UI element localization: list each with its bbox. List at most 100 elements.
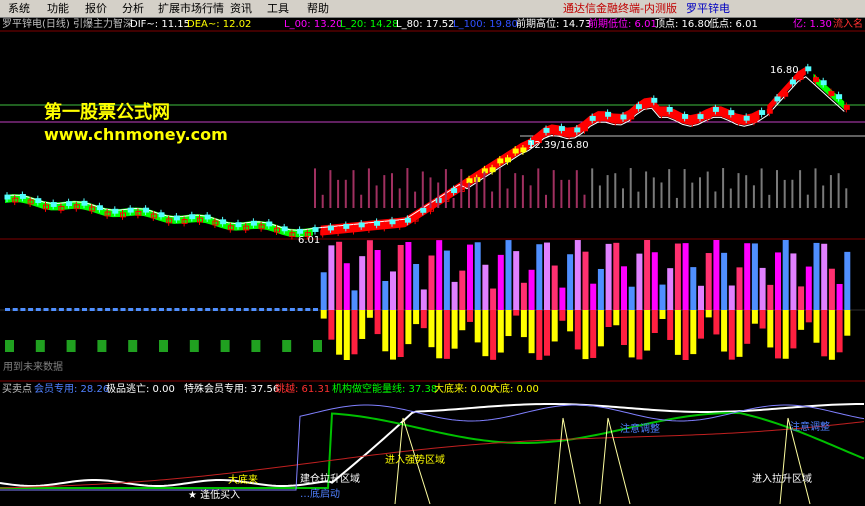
- hist-lower-bar: [528, 310, 535, 354]
- hist-base-bar: [58, 308, 64, 311]
- candle-body: [266, 221, 273, 227]
- candle-body: [697, 114, 704, 119]
- hist-upper-bar: [374, 250, 381, 310]
- candle-body: [281, 226, 288, 232]
- hist-lower-bar: [636, 310, 643, 360]
- peak-price: 16.80: [770, 65, 799, 76]
- menu-item-function[interactable]: 功能: [45, 1, 71, 16]
- menu-item-quote[interactable]: 报价: [83, 1, 109, 16]
- hist-lower-bar: [390, 310, 396, 360]
- hist-upper-bar: [497, 254, 504, 310]
- candle-body: [666, 106, 673, 112]
- hist-upper-bar: [328, 245, 335, 310]
- hist-lower-bar: [559, 310, 566, 321]
- candle-body: [774, 96, 781, 102]
- hist-upper-bar: [828, 268, 835, 310]
- hist-upper-bar: [551, 265, 558, 310]
- candle-body: [19, 194, 26, 199]
- hist-green-bar: [282, 340, 292, 352]
- hist-base-bar: [282, 308, 288, 311]
- candle-body: [112, 208, 119, 214]
- hist-upper-bar: [782, 240, 789, 310]
- candle-body: [766, 108, 773, 114]
- hist-lower-bar: [805, 310, 812, 323]
- candle-body: [820, 80, 827, 86]
- hist-base-bar: [313, 308, 318, 311]
- chart-area[interactable]: 罗平锌电(日线) 引爆主力智深 DIF~: 11.15 DEA~: 12.02 …: [0, 18, 865, 506]
- chart-title: 罗平锌电(日线) 引爆主力智深: [2, 19, 133, 30]
- hist-upper-bar: [467, 244, 473, 310]
- candle-body: [404, 217, 411, 223]
- hist-upper-bar: [390, 271, 396, 310]
- candle-body: [312, 227, 319, 232]
- hist-lower-bar: [413, 310, 420, 325]
- hist-base-bar: [105, 308, 111, 311]
- hist-green-bar: [313, 340, 322, 352]
- hist-green-bar: [5, 340, 14, 352]
- hist-upper-bar: [705, 253, 712, 310]
- hist-base-bar: [28, 308, 34, 311]
- menu-item-system[interactable]: 系统: [6, 1, 32, 16]
- hist-base-bar: [166, 308, 172, 311]
- hist-base-bar: [20, 308, 26, 311]
- hist-lower-bar: [659, 310, 666, 319]
- hist-upper-bar: [644, 240, 651, 310]
- menu-item-analysis[interactable]: 分析: [120, 1, 146, 16]
- hist-lower-bar: [644, 310, 651, 351]
- hist-upper-bar: [443, 250, 450, 310]
- menu-item-tools[interactable]: 工具: [265, 1, 291, 16]
- hist-upper-bar: [682, 243, 689, 310]
- menu-item-news[interactable]: 资讯: [228, 1, 254, 16]
- hist-lower-bar: [336, 310, 343, 355]
- hist-lower-bar: [590, 310, 597, 358]
- menu-item-help[interactable]: 帮助: [305, 1, 331, 16]
- hist-base-bar: [212, 308, 218, 311]
- candle-body: [551, 128, 558, 134]
- hist-upper-bar: [813, 242, 820, 310]
- hist-lower-bar: [520, 310, 527, 338]
- hist-base-bar: [159, 308, 164, 311]
- app-title: 通达信金融终端-内测版: [563, 2, 677, 15]
- jump-value: 跳越: 61.31: [275, 384, 331, 395]
- hist-lower-bar: [497, 310, 504, 353]
- indicator-blue-line: [0, 404, 865, 491]
- candle-body: [158, 212, 165, 218]
- watermark-title: 第一股票公式网: [44, 102, 170, 123]
- hist-upper-bar: [490, 288, 497, 310]
- hist-lower-bar: [451, 310, 458, 349]
- hist-base-bar: [174, 308, 180, 311]
- candle-body: [250, 220, 257, 226]
- menu-item-market[interactable]: 扩展市场行情: [156, 1, 226, 16]
- l00-value: L_00: 13.20: [284, 19, 343, 30]
- candle-body: [743, 115, 750, 121]
- prev-high: 前期高位: 14.73: [516, 19, 592, 30]
- inflow-label: 流入名: [833, 19, 863, 30]
- hist-base-bar: [274, 308, 280, 311]
- hist-lower-bar: [759, 310, 766, 329]
- hist-lower-bar: [536, 310, 543, 360]
- candle-body: [204, 214, 211, 220]
- hist-base-bar: [74, 308, 80, 311]
- hist-base-bar: [243, 308, 249, 311]
- hist-upper-bar: [482, 264, 489, 310]
- hist-lower-bar: [366, 310, 373, 318]
- adjust-label-1: 注意调整: [620, 424, 660, 435]
- candle-body: [597, 115, 604, 121]
- hist-upper-bar: [405, 242, 412, 310]
- hist-base-bar: [35, 308, 41, 311]
- kline-canvas[interactable]: [0, 18, 865, 506]
- hist-lower-bar: [621, 310, 627, 346]
- candle-body: [327, 225, 334, 231]
- hist-lower-bar: [359, 310, 366, 339]
- menu-bar: 系统 功能 报价 分析 扩展市场行情 资讯 工具 帮助 通达信金融终端-内测版 …: [0, 0, 865, 18]
- hist-base-bar: [289, 308, 295, 311]
- hist-base-bar: [259, 308, 265, 311]
- hist-upper-bar: [343, 263, 350, 310]
- hist-base-bar: [151, 308, 157, 311]
- candle-body: [50, 202, 57, 207]
- candle-body: [343, 224, 350, 229]
- hist-base-bar: [236, 308, 241, 311]
- special-member-value: 特殊会员专用: 37.56: [184, 384, 280, 395]
- hist-lower-bar: [682, 310, 689, 360]
- hist-upper-bar: [366, 240, 373, 310]
